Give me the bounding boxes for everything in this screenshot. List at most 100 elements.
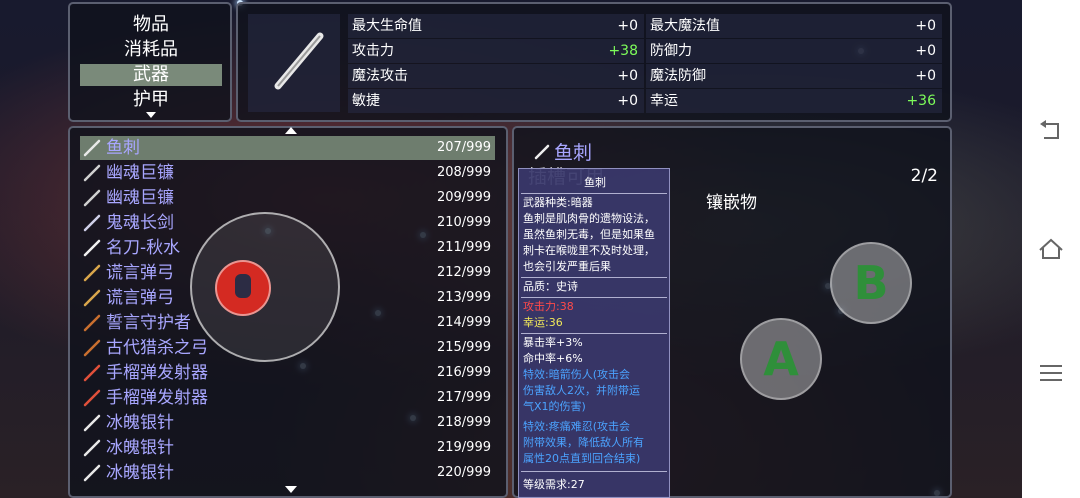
tooltip-luck: 幸运:36 [523,316,563,329]
stat-label: 防御力 [650,43,692,59]
item-name: 鬼魂长剑 [106,213,174,233]
scythe-icon [83,164,101,182]
player-sprite [235,274,251,298]
needle-icon [274,32,324,90]
back-icon[interactable] [1036,116,1066,146]
item-name: 鱼刺 [106,138,140,158]
stat-label: 最大魔法值 [650,18,720,34]
category-panel: 物品 消耗品 武器 护甲 [68,2,232,122]
slingshot-icon [83,289,101,307]
joystick-knob[interactable] [215,260,271,316]
item-count: 208/999 [436,165,491,180]
item-count: 218/999 [436,415,491,430]
tooltip-effect-line: 气X1的伤害) [523,400,586,413]
system-navigation-bar [1022,0,1080,498]
sword-icon [83,214,101,232]
scroll-down-icon[interactable] [285,486,297,493]
a-button[interactable]: A [740,318,822,400]
needle-icon [534,144,550,160]
category-items[interactable]: 物品 [80,14,222,36]
tooltip-effect-line: 附带效果，降低敌人所有 [523,436,644,449]
b-button[interactable]: B [830,242,912,324]
tooltip-quality: 品质：史诗 [523,280,578,293]
item-row[interactable]: 鱼刺 207/999 [80,136,495,160]
launcher-icon [83,389,101,407]
bow-icon [83,314,101,332]
needle-icon [83,464,101,482]
tooltip-effect-line: 属性20点直到回合结束) [523,452,641,465]
stat-value: +0 [915,18,936,34]
home-icon[interactable] [1036,234,1066,264]
virtual-joystick[interactable] [190,212,340,362]
item-name: 名刀-秋水 [106,238,181,258]
tooltip-title: 鱼刺 [584,176,606,189]
item-name: 古代猎杀之弓 [106,338,208,358]
item-row[interactable]: 手榴弹发射器 217/999 [80,386,495,410]
stat-value: +38 [608,43,638,59]
triangle-down-icon[interactable] [146,112,156,118]
stat-max-hp: 最大生命值 +0 [348,14,644,38]
b-button-label: B [853,256,889,310]
scroll-up-icon[interactable] [285,127,297,134]
item-name: 手榴弹发射器 [106,363,208,383]
item-name: 谎言弹弓 [106,288,174,308]
item-row[interactable]: 手榴弹发射器 216/999 [80,361,495,385]
item-row[interactable]: 冰魄银针 218/999 [80,411,495,435]
tooltip-desc-line: 刺卡在喉咙里不及时处理， [523,244,655,257]
item-row[interactable]: 冰魄银针 220/999 [80,461,495,485]
item-name: 誓言守护者 [106,313,191,333]
menu-icon[interactable] [1036,358,1066,388]
tooltip-effect-line: 特效:疼痛难忍(攻击会 [523,420,630,433]
stat-label: 攻击力 [352,43,394,59]
stat-agility: 敏捷 +0 [348,89,644,113]
stat-value: +0 [915,43,936,59]
stat-label: 魔法攻击 [352,68,408,84]
stat-luck: 幸运 +36 [646,89,942,113]
item-row[interactable]: 幽魂巨镰 209/999 [80,186,495,210]
katana-icon [83,239,101,257]
tooltip-divider [521,333,667,334]
item-name: 手榴弹发射器 [106,388,208,408]
stat-label: 敏捷 [352,93,380,109]
category-armor[interactable]: 护甲 [80,89,222,111]
stat-label: 幸运 [650,93,678,109]
tooltip-divider [521,277,667,278]
tooltip-divider [521,471,667,472]
item-name: 冰魄银针 [106,463,174,483]
item-count: 214/999 [436,315,491,330]
item-count: 212/999 [436,265,491,280]
stat-defense: 防御力 +0 [646,39,942,63]
tooltip-divider [521,297,667,298]
slingshot-icon [83,264,101,282]
category-consumables[interactable]: 消耗品 [80,39,222,61]
scythe-icon [83,189,101,207]
tooltip-desc-line: 也会引发严重后果 [523,260,611,273]
stat-label: 最大生命值 [352,18,422,34]
category-weapons[interactable]: 武器 [80,64,222,86]
weapon-preview [248,14,340,112]
stats-panel: 最大生命值 +0 攻击力 +38 魔法攻击 +0 敏捷 +0 最大魔法值 +0 防御力 +0… [236,2,952,122]
tooltip-effect-line: 伤害敌人2次，并附带运 [523,384,640,397]
stat-attack: 攻击力 +38 [348,39,644,63]
tooltip-crit: 暴击率+3% [523,336,583,349]
needle-icon [83,414,101,432]
tooltip-desc-line: 鱼刺是肌肉骨的遗物设法， [523,212,655,225]
needle-icon [83,439,101,457]
item-count: 211/999 [436,240,491,255]
detail-item-name: 鱼刺 [554,142,593,164]
stat-label: 魔法防御 [650,68,706,84]
stat-value: +0 [617,93,638,109]
item-name: 幽魂巨镰 [106,188,174,208]
item-count: 219/999 [436,440,491,455]
item-name: 谎言弹弓 [106,263,174,283]
item-row[interactable]: 幽魂巨镰 208/999 [80,161,495,185]
item-count: 207/999 [436,140,491,155]
item-tooltip: 鱼刺 武器种类:暗器 鱼刺是肌肉骨的遗物设法， 虽然鱼刺无毒，但是如果鱼 刺卡在… [518,168,670,498]
tooltip-effect-line: 特效:暗箭伤人(攻击会 [523,368,630,381]
item-row[interactable]: 冰魄银针 219/999 [80,436,495,460]
tooltip-level-req: 等级需求:27 [523,478,585,491]
stat-max-mp: 最大魔法值 +0 [646,14,942,38]
item-name: 幽魂巨镰 [106,163,174,183]
stat-magic-defense: 魔法防御 +0 [646,64,942,88]
item-count: 216/999 [436,365,491,380]
